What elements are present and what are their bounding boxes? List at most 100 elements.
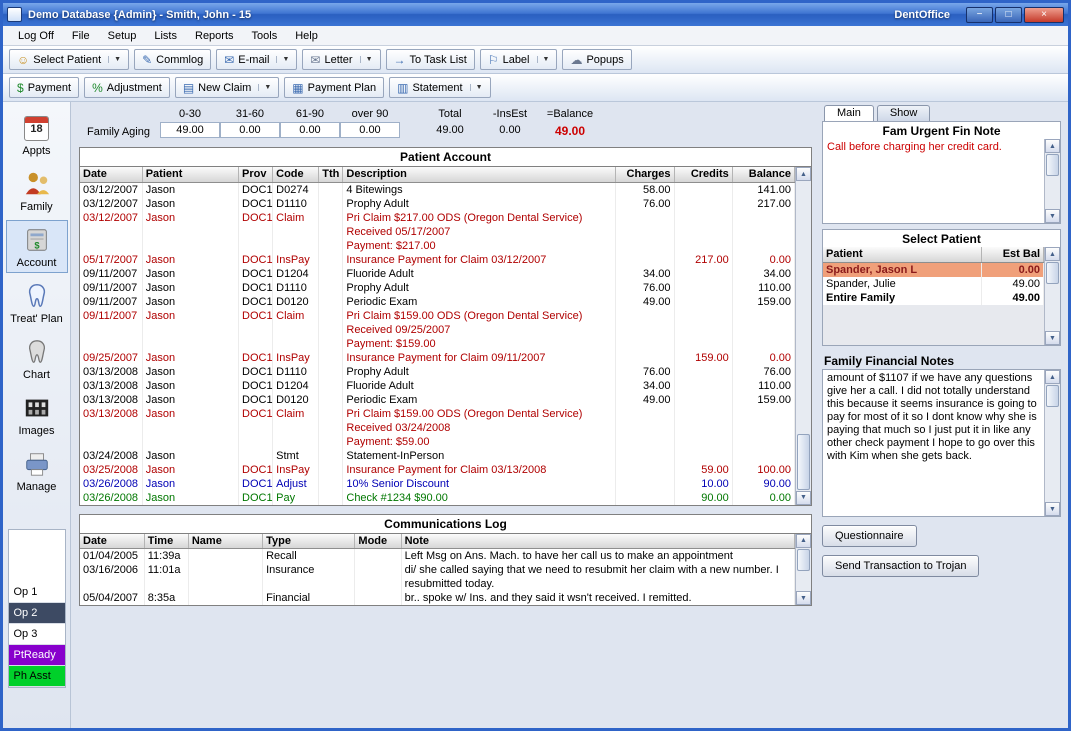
tab-show[interactable]: Show [877,105,931,121]
sidebar-item-family[interactable]: Family [6,164,68,217]
col-credits[interactable]: Credits [674,167,732,182]
scroll-up-icon[interactable]: ▲ [1045,139,1060,153]
operatory-item[interactable]: Op 2 [9,603,65,624]
patient-row[interactable]: Spander, Julie 49.00 [823,277,1044,291]
payment-plan-button[interactable]: ▦ Payment Plan [284,77,384,98]
col-est-bal[interactable]: Est Bal [981,247,1043,262]
operatory-item[interactable]: Ph Asst [9,666,65,687]
scroll-down-icon[interactable]: ▼ [1045,209,1060,223]
col-code[interactable]: Code [273,167,319,182]
chevron-down-icon[interactable]: ▼ [360,56,373,63]
minimize-button[interactable]: − [966,7,993,23]
table-row[interactable]: 03/26/2008 Jason DOC1 Adjust 10% Senior … [80,477,795,491]
col-time[interactable]: Time [144,534,188,549]
operatory-item[interactable]: Op 1 [9,582,65,603]
menu-item[interactable]: Tools [243,28,287,44]
table-row[interactable]: 03/12/2007 Jason DOC1 Claim Pri Claim $2… [80,211,795,253]
chevron-down-icon[interactable]: ▼ [258,84,271,91]
table-row[interactable]: 03/26/2008 Jason DOC1 Pay Check #1234 $9… [80,491,795,505]
chevron-down-icon[interactable]: ▼ [537,56,550,63]
send-transaction-to-trojan-button[interactable]: Send Transaction to Trojan [822,555,979,577]
popups-button[interactable]: ☁ Popups [562,49,631,70]
urgent-note-scrollbar[interactable]: ▲ ▼ [1044,139,1060,223]
sidebar-item-manage[interactable]: Manage [6,444,68,497]
table-row[interactable]: 05/17/2007 Jason DOC1 InsPay Insurance P… [80,253,795,267]
account-scrollbar[interactable]: ▲ ▼ [795,167,811,505]
col-prov[interactable]: Prov [239,167,273,182]
table-row[interactable]: 03/25/2008 Jason DOC1 InsPay Insurance P… [80,463,795,477]
label-button[interactable]: ⚐ Label ▼ [480,49,558,70]
payment-button[interactable]: $ Payment [9,77,79,98]
sidebar-item-images[interactable]: Images [6,388,68,441]
chevron-down-icon[interactable]: ▼ [276,56,289,63]
col-mode[interactable]: Mode [355,534,401,549]
questionnaire-button[interactable]: Questionnaire [822,525,917,547]
col-charges[interactable]: Charges [616,167,674,182]
menu-item[interactable]: Reports [186,28,243,44]
table-row[interactable]: 09/11/2007 Jason DOC1 D1204 Fluoride Adu… [80,267,795,281]
table-row[interactable]: 03/13/2008 Jason DOC1 D0120 Periodic Exa… [80,393,795,407]
scroll-down-icon[interactable]: ▼ [796,491,811,505]
tab-main[interactable]: Main [824,105,874,121]
chevron-down-icon[interactable]: ▼ [108,56,121,63]
col-type[interactable]: Type [263,534,355,549]
col-patient[interactable]: Patient [823,247,981,262]
scroll-down-icon[interactable]: ▼ [796,591,811,605]
table-row[interactable]: 03/16/2006 11:01a Insurance di/ she call… [80,563,795,591]
sidebar-item-appts[interactable]: 18 Appts [6,108,68,161]
table-row[interactable]: 09/25/2007 Jason DOC1 InsPay Insurance P… [80,351,795,365]
commlog-scrollbar[interactable]: ▲ ▼ [795,534,811,606]
scroll-thumb[interactable] [1046,154,1059,176]
table-row[interactable]: 03/24/2008 Jason Stmt Statement-InPerson [80,449,795,463]
fin-notes-scrollbar[interactable]: ▲ ▼ [1044,370,1060,516]
patient-row[interactable]: Entire Family 49.00 [823,291,1044,305]
col-note[interactable]: Note [401,534,794,549]
col-tth[interactable]: Tth [319,167,343,182]
scroll-up-icon[interactable]: ▲ [796,534,811,548]
table-row[interactable]: 09/11/2007 Jason DOC1 D0120 Periodic Exa… [80,295,795,309]
statement-button[interactable]: ▥ Statement ▼ [389,77,490,98]
table-row[interactable]: 05/04/2007 8:35a Financial br.. spoke w/… [80,591,795,605]
menu-item[interactable]: Setup [99,28,146,44]
chevron-down-icon[interactable]: ▼ [470,84,483,91]
sidebar-item-account[interactable]: $ Account [6,220,68,273]
menu-item[interactable]: File [63,28,99,44]
scroll-thumb[interactable] [797,549,810,571]
table-row[interactable]: 03/12/2007 Jason DOC1 D1110 Prophy Adult… [80,197,795,211]
family-financial-notes-text[interactable]: amount of $1107 if we have any questions… [823,370,1044,516]
col-date[interactable]: Date [80,167,142,182]
col-name[interactable]: Name [188,534,262,549]
table-row[interactable]: 03/13/2008 Jason DOC1 D1110 Prophy Adult… [80,365,795,379]
select-patient-scrollbar[interactable]: ▲ ▼ [1044,247,1060,345]
col-patient[interactable]: Patient [142,167,238,182]
table-row[interactable]: 09/11/2007 Jason DOC1 D1110 Prophy Adult… [80,281,795,295]
scroll-up-icon[interactable]: ▲ [1045,370,1060,384]
sidebar-item-treat-plan[interactable]: Treat' Plan [6,276,68,329]
scroll-thumb[interactable] [797,434,810,490]
table-row[interactable]: 03/13/2008 Jason DOC1 Claim Pri Claim $1… [80,407,795,449]
col-description[interactable]: Description [343,167,616,182]
table-row[interactable]: 01/04/2005 11:39a Recall Left Msg on Ans… [80,549,795,564]
menu-item[interactable]: Log Off [9,28,63,44]
scroll-thumb[interactable] [1046,385,1059,407]
table-row[interactable]: 03/13/2008 Jason DOC1 D1204 Fluoride Adu… [80,379,795,393]
select-patient-button[interactable]: ☺ Select Patient ▼ [9,49,129,70]
scroll-down-icon[interactable]: ▼ [1045,331,1060,345]
table-row[interactable]: 09/11/2007 Jason DOC1 Claim Pri Claim $1… [80,309,795,351]
operatory-item[interactable]: Op 3 [9,624,65,645]
maximize-button[interactable]: □ [995,7,1022,23]
operatory-item[interactable]: PtReady [9,645,65,666]
scroll-thumb[interactable] [1046,262,1059,284]
patient-row[interactable]: Spander, Jason L 0.00 [823,262,1044,277]
to-task-list-button[interactable]: → To Task List [386,49,475,70]
scroll-up-icon[interactable]: ▲ [796,167,811,181]
new-claim-button[interactable]: ▤ New Claim ▼ [175,77,279,98]
menu-item[interactable]: Lists [145,28,186,44]
letter-button[interactable]: ✉ Letter ▼ [302,49,380,70]
scroll-up-icon[interactable]: ▲ [1045,247,1060,261]
sidebar-item-chart[interactable]: Chart [6,332,68,385]
close-button[interactable]: × [1024,7,1064,23]
email-button[interactable]: ✉ E-mail ▼ [216,49,297,70]
menu-item[interactable]: Help [286,28,327,44]
col-date[interactable]: Date [80,534,144,549]
